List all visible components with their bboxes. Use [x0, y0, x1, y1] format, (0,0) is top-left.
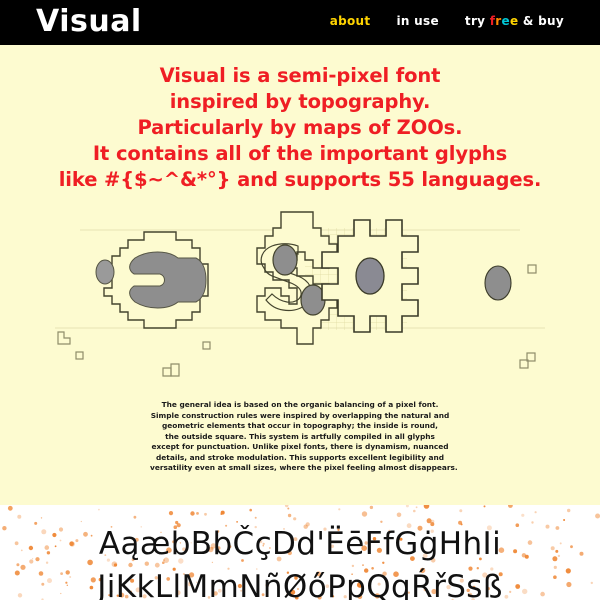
- body-copy: The general idea is based on the organic…: [150, 400, 458, 474]
- headline-line-2: inspired by topography.: [169, 90, 431, 113]
- page-root: Visual about in use try free & buy Visua…: [0, 0, 600, 600]
- hash-center-dot: [355, 257, 385, 295]
- nav-free-rainbow: free: [490, 14, 519, 28]
- nav-item-try-free-buy[interactable]: try free & buy: [465, 14, 564, 28]
- nav-free-char-3: e: [501, 14, 510, 28]
- alphabet-row-1: AąæbBbČçDd'ËēFfGġHhIi: [98, 526, 502, 562]
- dollar-eye-upper: [272, 244, 298, 276]
- glyph-illustration: [0, 210, 600, 385]
- nav-item-in-use[interactable]: in use: [396, 14, 438, 28]
- body-line-3: geometric elements that occur in topogra…: [161, 421, 438, 430]
- body-line-4: the outside square. This system is artfu…: [165, 431, 435, 441]
- headline-line-4: It contains all of the important glyphs: [92, 142, 508, 165]
- floating-ellipse-left: [95, 259, 115, 285]
- headline-line-3: Particularly by maps of ZOOs.: [137, 116, 463, 139]
- nav-try-prefix: try: [464, 14, 490, 28]
- site-logo[interactable]: Visual: [36, 5, 142, 39]
- alphabet-row-2: JiKkLlMmNñØőPpQqŔřSsß: [97, 569, 503, 600]
- body-line-5: except for punctuation. Unlike pixel fon…: [151, 442, 449, 451]
- body-line-2: Simple construction rules were inspired …: [150, 410, 450, 420]
- headline-line-5: like #{$~^&*°} and supports 55 languages…: [58, 168, 542, 191]
- nav-buy-suffix: & buy: [518, 14, 564, 28]
- alphabet-specimen: AąæbBbČçDd'ËēFfGġHhIi JiKkLlMmNñØőPpQqŔř…: [0, 505, 600, 600]
- headline-line-1: Visual is a semi-pixel font: [159, 64, 441, 87]
- site-header: Visual about in use try free & buy: [0, 0, 600, 45]
- main-navigation: about in use try free & buy: [330, 14, 564, 28]
- specimen-section: AąæbBbČçDd'ËēFfGġHhIi JiKkLlMmNñØőPpQqŔř…: [0, 505, 600, 600]
- body-line-1: The general idea is based on the organic…: [161, 400, 439, 409]
- body-line-7: versatility even at small sizes, where t…: [150, 463, 458, 472]
- body-line-6: details, and stroke modulation. This sup…: [156, 452, 444, 462]
- g-glyph: [103, 231, 209, 329]
- hero-section: Visual is a semi-pixel font inspired by …: [0, 45, 600, 505]
- nav-item-about[interactable]: about: [330, 14, 371, 28]
- hero-headline: Visual is a semi-pixel font inspired by …: [0, 63, 600, 193]
- floating-ellipse-right: [484, 265, 512, 301]
